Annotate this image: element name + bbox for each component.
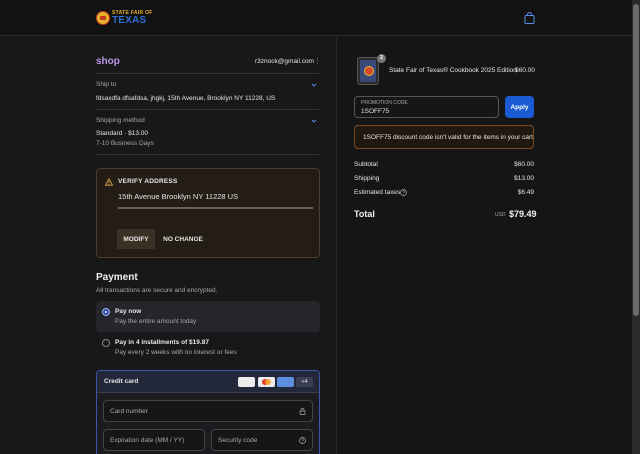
contact-email: r3znock@gmail.com <box>255 58 314 65</box>
scrollbar[interactable] <box>632 0 640 454</box>
security-code-input[interactable] <box>212 430 312 450</box>
divider <box>118 207 313 209</box>
site-logo[interactable]: STATE FAIR OF TEXAS <box>96 10 152 28</box>
divider <box>96 73 319 74</box>
modify-button[interactable]: MODIFY <box>117 229 155 249</box>
shop-pay-label: shop <box>96 56 120 67</box>
subtotal-label: Subtotal <box>354 161 378 168</box>
shipping-label: Shipping <box>354 175 380 182</box>
payment-subtitle: All transactions are secure and encrypte… <box>96 287 218 294</box>
shipping-value: $13.00 <box>514 175 534 182</box>
product-name: State Fair of Texas® Cookbook 2025 Editi… <box>389 67 517 74</box>
shipping-method-value: Standard · $13.00 <box>96 130 149 137</box>
amex-card-icon <box>277 377 294 387</box>
mastercard-icon <box>258 377 275 387</box>
scrollbar-thumb[interactable] <box>633 4 639 316</box>
pay-installments-radio[interactable] <box>102 339 110 347</box>
quantity-badge: 2 <box>377 54 386 63</box>
subtotal-value: $60.00 <box>514 161 534 168</box>
pay-now-title: Pay now <box>115 308 142 315</box>
more-cards-badge: +4 <box>296 377 313 387</box>
promotion-code-value[interactable]: 1SOFF75 <box>361 108 389 115</box>
estimated-taxes-value: $6.49 <box>517 189 534 196</box>
card-number-input[interactable] <box>104 401 312 421</box>
pay-now-radio[interactable] <box>102 308 110 316</box>
lock-icon <box>299 408 306 415</box>
ship-to-label: Ship to <box>96 81 117 88</box>
total-value: $79.49 <box>509 209 537 219</box>
currency-code: USD <box>495 212 506 218</box>
payment-title: Payment <box>96 272 138 283</box>
shipping-method-eta: 7-10 Business Days <box>96 140 154 147</box>
pay-installments-sub: Pay every 2 weeks with no interest or fe… <box>115 349 237 356</box>
card-number-field[interactable] <box>103 400 313 422</box>
total-label: Total <box>354 209 375 219</box>
top-bar: STATE FAIR OF TEXAS <box>0 0 632 36</box>
apply-button[interactable]: Apply <box>505 96 534 118</box>
expiration-date-input[interactable] <box>104 430 204 450</box>
security-code-field[interactable] <box>211 429 313 451</box>
product-price: $60.00 <box>515 67 535 74</box>
info-icon[interactable] <box>400 189 407 196</box>
suggested-address: 15th Avenue Brooklyn NY 11228 US <box>118 192 239 201</box>
warning-icon <box>105 178 113 186</box>
cookbook-cover-image <box>360 60 376 82</box>
logo-big-text: TEXAS <box>112 15 147 26</box>
chevron-down-icon[interactable] <box>311 118 317 124</box>
chevron-down-icon[interactable] <box>311 82 317 88</box>
expiration-date-field[interactable] <box>103 429 205 451</box>
pay-now-sub: Pay the entire amount today <box>115 318 197 325</box>
verify-address-title: VERIFY ADDRESS <box>118 178 178 185</box>
ship-to-address: fdsaxdfa dfsafdsa, jhgkj, 15th Avenue, B… <box>96 95 276 102</box>
more-options-icon[interactable]: ⋮ <box>314 57 321 65</box>
promotion-code-label: PROMOTION CODE <box>361 100 408 106</box>
no-change-button[interactable]: NO CHANGE <box>161 229 205 249</box>
promotion-code-field[interactable]: PROMOTION CODE 1SOFF75 <box>354 96 499 118</box>
promo-error-message: 1SOFF75 discount code isn't valid for th… <box>354 125 534 149</box>
pay-installments-option[interactable]: Pay in 4 installments of $19.87 Pay ever… <box>96 335 320 363</box>
credit-card-header[interactable]: Credit card +4 <box>97 371 319 393</box>
pay-installments-title: Pay in 4 installments of $19.87 <box>115 339 209 346</box>
shipping-method-label: Shipping method <box>96 117 145 124</box>
promo-error-text: 1SOFF75 discount code isn't valid for th… <box>363 134 533 141</box>
shopping-bag-icon[interactable] <box>524 12 535 24</box>
credit-card-label: Credit card <box>104 378 139 385</box>
credit-card-section: Credit card +4 <box>96 370 320 454</box>
logo-badge-icon <box>96 11 110 25</box>
visa-card-icon <box>238 377 255 387</box>
estimated-taxes-label: Estimated taxes <box>354 189 401 196</box>
divider <box>96 154 319 155</box>
help-icon[interactable] <box>299 437 306 444</box>
product-thumbnail <box>357 57 379 85</box>
pay-now-option[interactable]: Pay now Pay the entire amount today <box>96 301 320 332</box>
verify-address-box: VERIFY ADDRESS 15th Avenue Brooklyn NY 1… <box>96 168 320 258</box>
divider <box>96 109 319 110</box>
